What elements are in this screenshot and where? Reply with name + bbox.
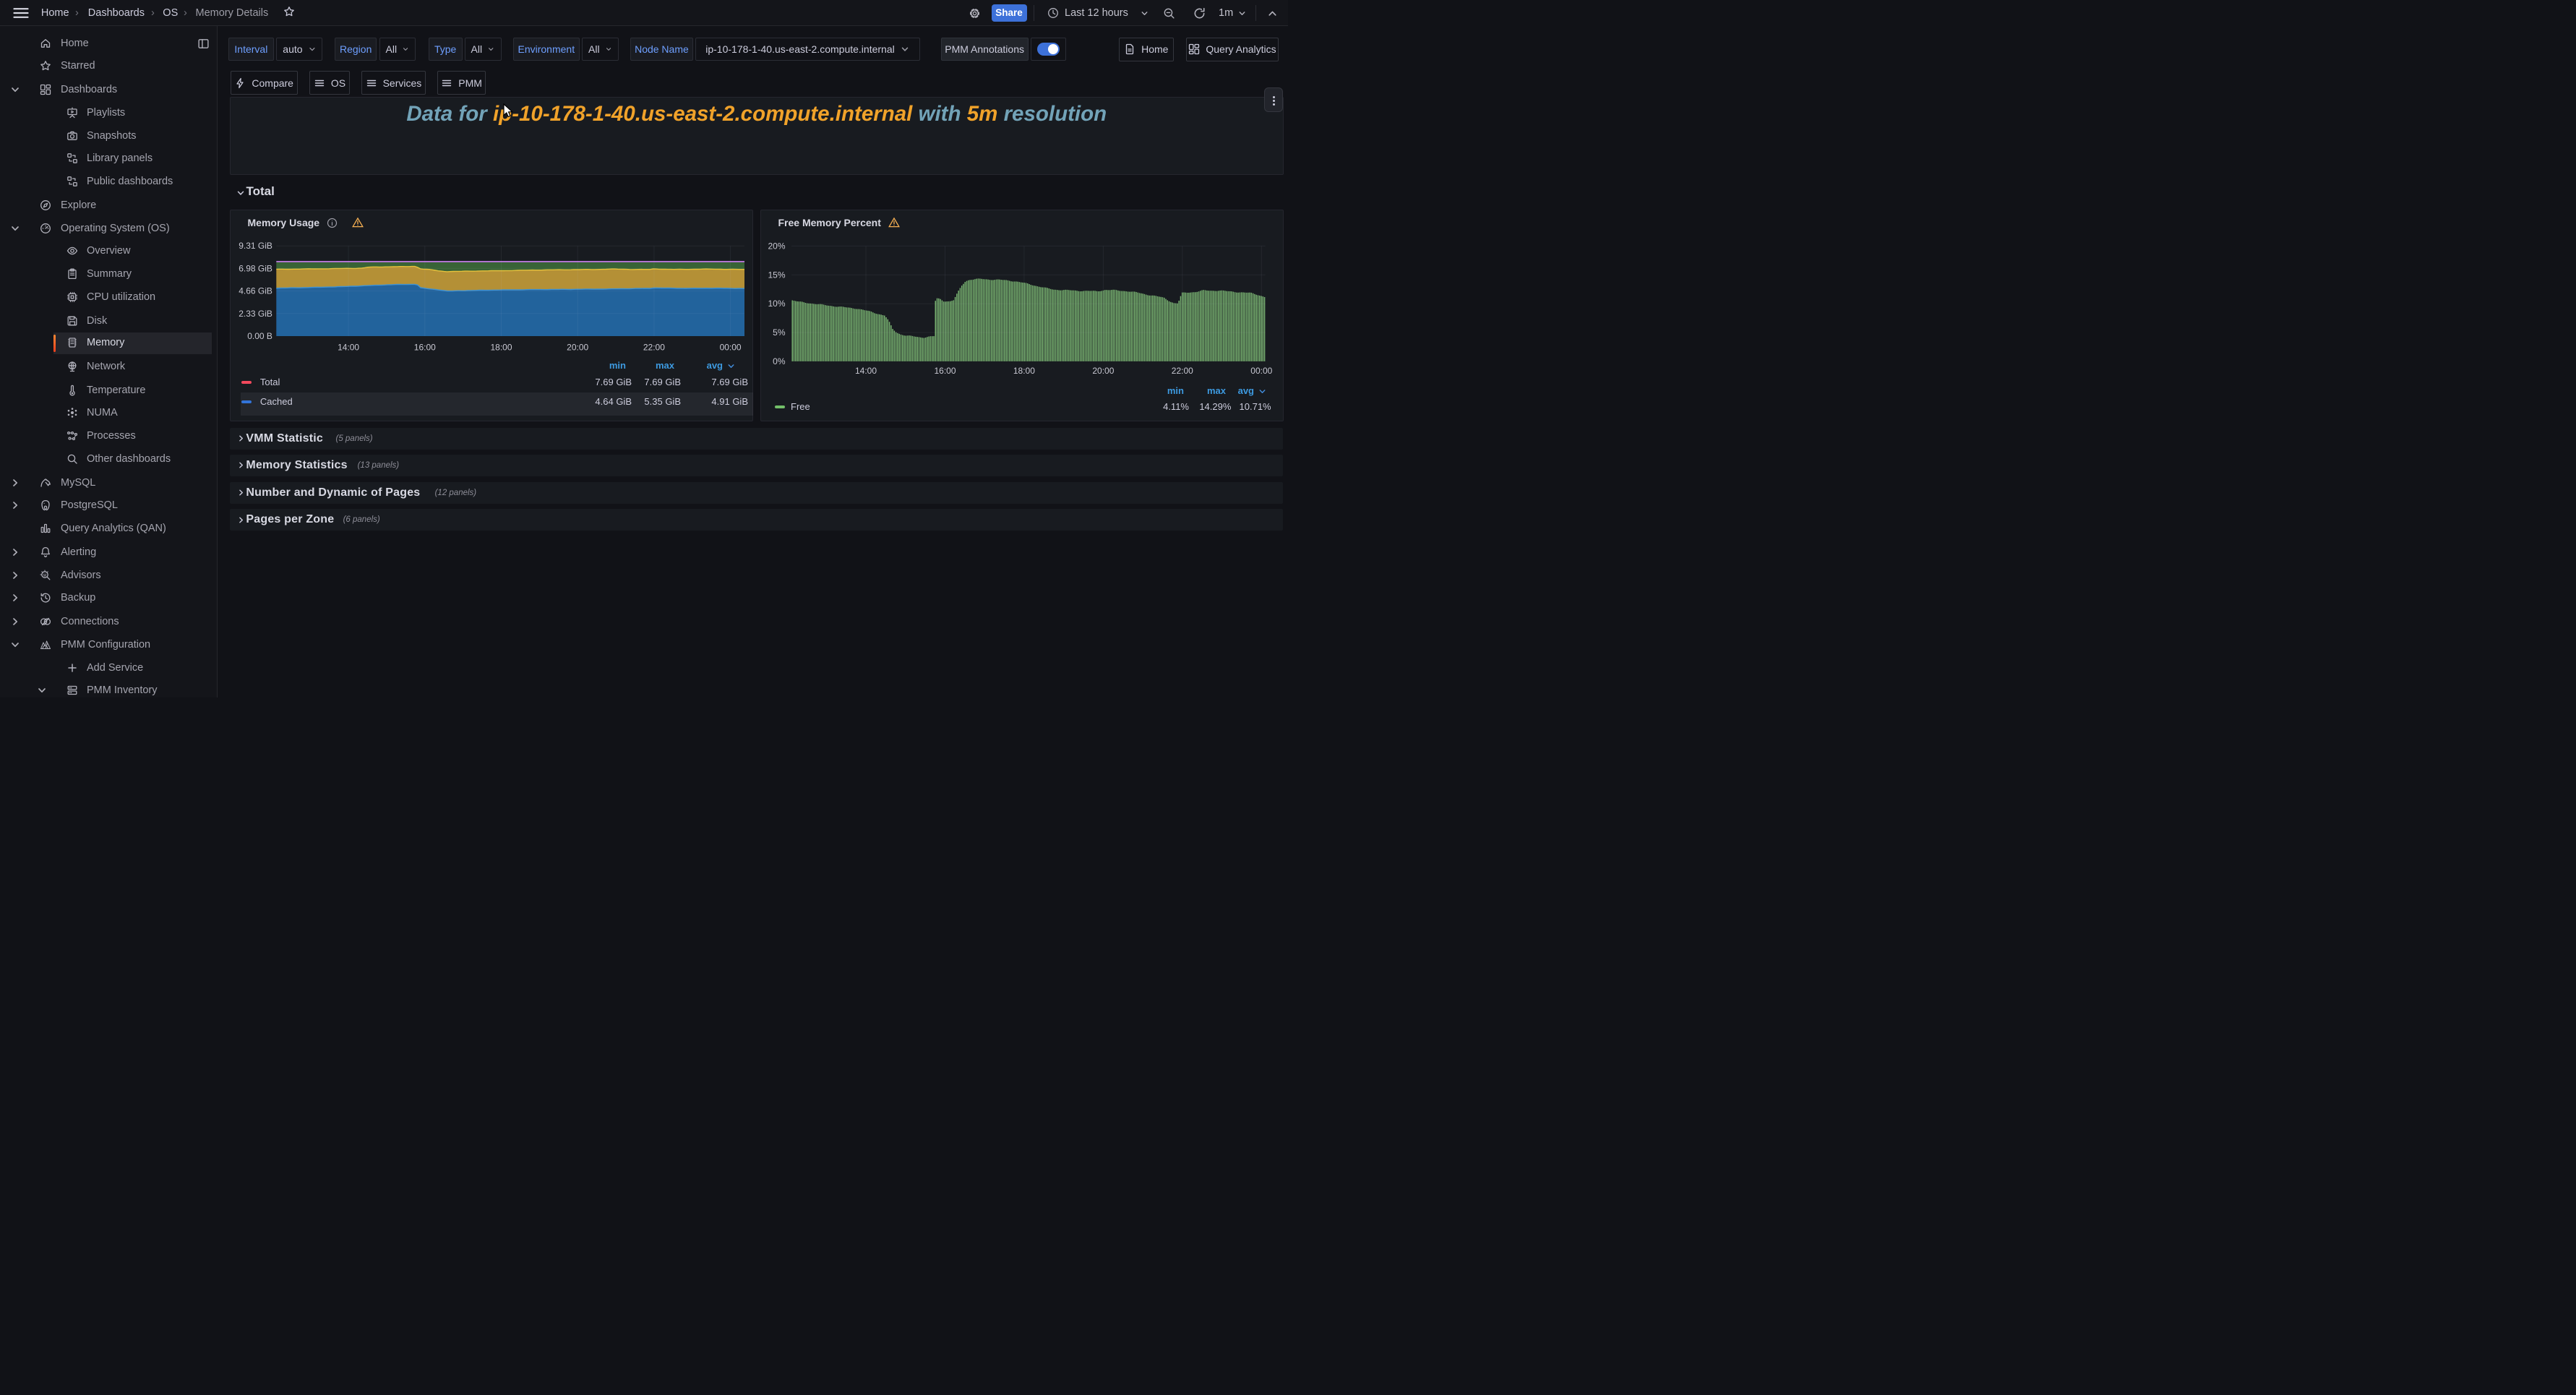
svg-text:6.98 GiB: 6.98 GiB	[239, 263, 272, 273]
svg-text:22:00: 22:00	[1171, 366, 1193, 376]
svg-text:10%: 10%	[768, 299, 785, 309]
svg-text:20:00: 20:00	[567, 343, 588, 353]
svg-text:4.66 GiB: 4.66 GiB	[239, 286, 272, 296]
svg-text:14:00: 14:00	[338, 343, 359, 353]
svg-text:20%: 20%	[768, 241, 785, 251]
svg-text:9.31 GiB: 9.31 GiB	[239, 241, 272, 251]
svg-text:14:00: 14:00	[854, 366, 876, 376]
svg-text:0.00 B: 0.00 B	[247, 331, 272, 341]
svg-text:18:00: 18:00	[1013, 366, 1034, 376]
svg-text:18:00: 18:00	[490, 343, 512, 353]
svg-text:22:00: 22:00	[643, 343, 664, 353]
svg-text:15%: 15%	[768, 270, 785, 280]
svg-text:20:00: 20:00	[1092, 366, 1114, 376]
svg-text:16:00: 16:00	[413, 343, 435, 353]
svg-text:0%: 0%	[773, 356, 786, 366]
svg-text:00:00: 00:00	[1250, 366, 1272, 376]
svg-text:16:00: 16:00	[934, 366, 956, 376]
svg-text:5%: 5%	[773, 327, 786, 338]
svg-text:2.33 GiB: 2.33 GiB	[239, 309, 272, 319]
svg-text:00:00: 00:00	[719, 343, 741, 353]
